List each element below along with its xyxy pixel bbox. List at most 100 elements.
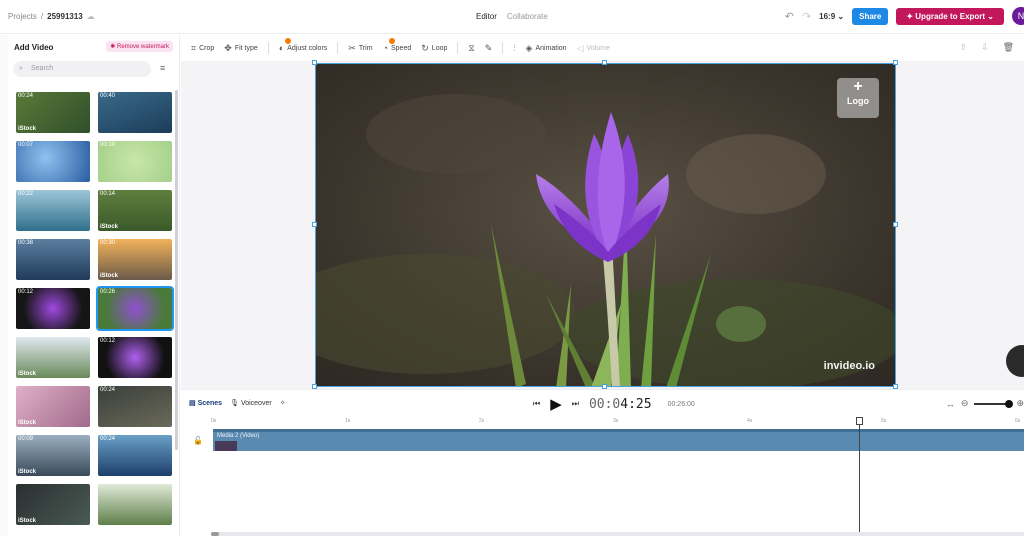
playback-bar: ▤ Scenes 🎙 Voiceover ✧ ⏮ ▶ ⏭ 00:04:25 00… [181, 389, 1024, 417]
layer-down-icon[interactable]: ⇩ [981, 42, 989, 53]
undo-icon[interactable]: ↶ [785, 10, 794, 23]
scenes-button[interactable]: ▤ Scenes [189, 399, 222, 407]
lock-icon[interactable]: 🔓 [193, 436, 203, 445]
premium-badge-icon [389, 38, 395, 44]
video-thumbnail[interactable]: iStock [16, 386, 90, 427]
zoom-slider[interactable] [974, 403, 1010, 405]
skip-forward-icon[interactable]: ⏭ [572, 399, 579, 409]
search-icon: ⌕ [19, 61, 23, 77]
video-thumbnail[interactable]: 00:10 [98, 141, 172, 182]
fit-type-button[interactable]: ✥Fit type [224, 43, 258, 54]
zoom-in-icon[interactable]: ⊕ [1016, 398, 1024, 409]
playhead-line [859, 421, 860, 536]
resize-handle[interactable] [312, 60, 317, 65]
media-track[interactable]: Media 2 (Video) [213, 429, 1024, 451]
fit-icon: ✥ [224, 43, 232, 54]
video-thumbnail[interactable]: 00:12 [16, 288, 90, 329]
layer-up-icon[interactable]: ⇧ [959, 42, 967, 53]
thumbnail-duration: 00:24 [100, 436, 115, 442]
delete-icon[interactable]: 🗑 [1003, 42, 1014, 53]
play-icon[interactable]: ▶ [550, 395, 562, 413]
palette-icon: ◐ [279, 43, 284, 53]
time-ruler[interactable]: 0s1s2s3s4s5s6s [211, 417, 1024, 427]
scissors-icon: ✂ [348, 43, 356, 54]
tab-editor[interactable]: Editor [476, 12, 497, 21]
add-logo-button[interactable]: + Logo [837, 78, 879, 118]
animation-label: Animation [535, 45, 566, 52]
project-id[interactable]: 25991313 [47, 12, 83, 21]
redo-icon[interactable]: ↷ [802, 10, 811, 23]
eyedropper-button[interactable]: ✎ [485, 43, 493, 54]
loop-button[interactable]: ↻Loop [421, 43, 447, 54]
video-preview[interactable]: + Logo invideo.io [315, 63, 896, 387]
video-thumbnail[interactable]: 00:07 [16, 141, 90, 182]
video-thumbnail[interactable]: 00:12 [98, 337, 172, 378]
ruler-tick-label: 4s [747, 418, 752, 424]
avatar[interactable]: N [1012, 7, 1024, 25]
video-thumbnail[interactable]: 00:24 [98, 386, 172, 427]
timeline-scrollbar[interactable] [211, 532, 1024, 536]
cloud-sync-icon: ☁ [87, 12, 95, 21]
add-video-panel: Add Video ✱ Remove watermark ⌕ Search ≡ … [8, 35, 180, 536]
video-thumbnail[interactable]: 00:38 [16, 239, 90, 280]
search-input[interactable]: ⌕ Search [13, 61, 151, 77]
volume-button[interactable]: ◁Volume [577, 43, 610, 54]
chat-help-button[interactable] [1006, 345, 1024, 377]
skip-back-icon[interactable]: ⏮ [533, 399, 540, 409]
playhead-handle[interactable] [856, 417, 863, 425]
ruler-tick-label: 0s [211, 418, 216, 424]
track-thumbnail [215, 441, 237, 451]
thumbnail-duration: 00:10 [100, 142, 115, 148]
ruler-tick-label: 1s [345, 418, 350, 424]
thumbnail-duration: 00:38 [18, 240, 33, 246]
volume-label: Volume [587, 45, 610, 52]
loop-label: Loop [432, 45, 448, 52]
flip-button[interactable]: ⧖ [468, 43, 474, 54]
resize-handle[interactable] [893, 222, 898, 227]
video-thumbnail[interactable]: iStock [16, 337, 90, 378]
video-thumbnail[interactable] [98, 484, 172, 525]
logo-label: Logo [847, 96, 869, 106]
video-thumbnail[interactable]: 00:14iStock [98, 190, 172, 231]
crop-button[interactable]: ⌗Crop [191, 43, 214, 54]
remove-watermark-button[interactable]: ✱ Remove watermark [106, 41, 173, 52]
divider [502, 42, 503, 54]
speed-button[interactable]: ◔Speed [383, 43, 412, 53]
volume-icon: ◁ [577, 43, 584, 54]
video-thumbnail[interactable]: 00:40 [98, 92, 172, 133]
video-thumbnail[interactable]: 00:26 [98, 288, 172, 329]
align-button[interactable]: ⫶ [513, 43, 515, 54]
share-button[interactable]: Share [852, 8, 888, 25]
trim-button[interactable]: ✂Trim [348, 43, 372, 54]
resize-handle[interactable] [602, 60, 607, 65]
fit-width-icon[interactable]: ↔ [946, 399, 955, 409]
animation-button[interactable]: ◈Animation [526, 43, 567, 54]
video-thumbnail[interactable]: iStock [16, 484, 90, 525]
projects-link[interactable]: Projects [8, 12, 37, 21]
magic-icon[interactable]: ✧ [280, 399, 286, 407]
aspect-ratio-select[interactable]: 16:9 ⌄ [819, 12, 844, 21]
adjust-colors-button[interactable]: ◐Adjust colors [279, 43, 328, 53]
thumbnail-duration: 00:12 [18, 289, 33, 295]
video-thumbnail[interactable]: 00:30iStock [98, 239, 172, 280]
tab-collaborate[interactable]: Collaborate [507, 12, 548, 21]
sidebar-scrollbar[interactable] [175, 90, 178, 450]
panel-title: Add Video [14, 43, 53, 52]
video-thumbnail[interactable]: 00:09iStock [16, 435, 90, 476]
resize-handle[interactable] [893, 60, 898, 65]
thumbnail-duration: 00:40 [100, 93, 115, 99]
upgrade-to-export-button[interactable]: ✦ Upgrade to Export ⌄ [896, 8, 1004, 25]
scenes-icon: ▤ [189, 400, 198, 407]
video-thumbnail[interactable]: 00:22 [16, 190, 90, 231]
loop-icon: ↻ [421, 43, 429, 54]
zoom-slider-knob[interactable] [1005, 400, 1013, 408]
timeline-scrollbar-knob[interactable] [211, 532, 219, 536]
thumbnail-badge: iStock [18, 126, 36, 132]
zoom-out-icon[interactable]: ⊖ [961, 398, 969, 409]
zoom-controls: ↔ ⊖ ⊕ [946, 398, 1024, 409]
video-thumbnail[interactable]: 00:24 [98, 435, 172, 476]
resize-handle[interactable] [312, 222, 317, 227]
filter-icon[interactable]: ≡ [160, 63, 165, 73]
voiceover-button[interactable]: 🎙 Voiceover [230, 399, 272, 407]
video-thumbnail[interactable]: 00:24iStock [16, 92, 90, 133]
